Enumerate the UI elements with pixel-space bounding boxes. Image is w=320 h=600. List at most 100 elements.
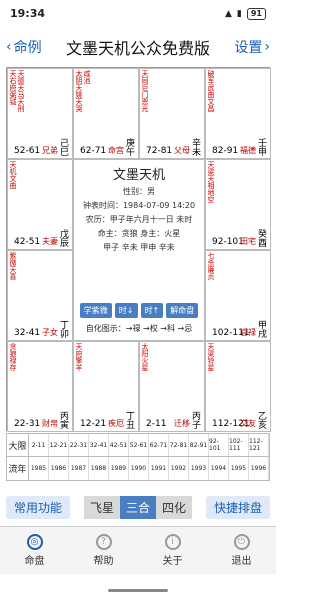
palace-7[interactable]: 紫微 天喜 32-41 子女 丁卯 bbox=[7, 250, 73, 341]
daxian-cell[interactable]: 32-41 bbox=[89, 434, 109, 456]
palace-stars: 天梁 天相 地空 bbox=[207, 161, 215, 203]
palace-stars: 太阳 火星 bbox=[141, 343, 149, 371]
center-buttons: 学紫微 时↓ 时↑ 解命盘 bbox=[78, 303, 200, 318]
liunian-cell[interactable]: 1992 bbox=[169, 457, 189, 480]
bureau-line: 命主：贪狼 身主：火星 bbox=[97, 229, 181, 238]
back-button[interactable]: ‹ 命例 bbox=[6, 37, 42, 57]
palace-name: 财帛 bbox=[42, 419, 58, 428]
liunian-cell[interactable]: 1996 bbox=[249, 457, 269, 480]
daxian-cell[interactable]: 112-121 bbox=[249, 434, 269, 456]
daxian-cell[interactable]: 42-51 bbox=[109, 434, 129, 456]
liunian-cell[interactable]: 1986 bbox=[49, 457, 69, 480]
help-icon: ? bbox=[95, 534, 112, 550]
interpret-chart-button[interactable]: 解命盘 bbox=[166, 303, 199, 318]
palace-stem: 甲戌 bbox=[256, 320, 266, 338]
palace-11[interactable]: 太阳 火星 2-11 迁移 丙子 bbox=[139, 341, 205, 432]
palace-stars: 天同 巨门 恩光 bbox=[141, 70, 149, 112]
palace-4[interactable]: 破军 武曲 文昌 82-91 福德 壬申 bbox=[205, 68, 271, 159]
palace-10[interactable]: 天府 擎羊 12-21 疾厄 丁丑 bbox=[73, 341, 139, 432]
palace-9[interactable]: 贪狼 禄存 22-31 财帛 丙寅 bbox=[7, 341, 73, 432]
common-functions-button[interactable]: 常用功能 bbox=[6, 495, 71, 519]
daxian-cell[interactable]: 2-11 bbox=[29, 434, 49, 456]
back-label: 命例 bbox=[13, 40, 42, 56]
center-title: 文墨天机 bbox=[112, 168, 165, 183]
palace-stem: 丙寅 bbox=[58, 411, 68, 429]
tab-label: 命盘 bbox=[24, 556, 45, 567]
lunar-time: 农历：甲子年六月十一日 未时 bbox=[85, 215, 193, 224]
daxian-cell[interactable]: 12-21 bbox=[49, 434, 69, 456]
liunian-cell[interactable]: 1993 bbox=[189, 457, 209, 480]
palace-1[interactable]: 天右 府弼钺天德 天马 天刑 52-61 兄弟 己巳 bbox=[7, 68, 73, 159]
home-indicator[interactable] bbox=[108, 588, 168, 592]
liunian-cell[interactable]: 1988 bbox=[89, 457, 109, 480]
liunian-cell[interactable]: 1989 bbox=[109, 457, 129, 480]
liunian-cell[interactable]: 1991 bbox=[149, 457, 169, 480]
daxian-cell[interactable]: 82-91 bbox=[189, 434, 209, 456]
learn-ziwei-button[interactable]: 学紫微 bbox=[79, 303, 112, 318]
quick-chart-button[interactable]: 快捷排盘 bbox=[205, 495, 270, 519]
liunian-cell[interactable]: 1990 bbox=[129, 457, 149, 480]
chevron-right-icon: › bbox=[264, 39, 270, 55]
tab-exit[interactable]: ⏻ 退出 bbox=[207, 527, 276, 574]
chart-center: 文墨天机 性别：男 钟表时间：1984-07-09 14:20 农历：甲子年六月… bbox=[73, 159, 205, 341]
palace-name: 田宅 bbox=[240, 237, 256, 246]
liunian-label: 流年 bbox=[7, 457, 29, 480]
palace-2[interactable]: 太阴 天姚 天哭 咸池 62-71 命宫 庚午 bbox=[73, 68, 139, 159]
gender-line: 性别：男 bbox=[123, 187, 155, 196]
palace-name: 兄弟 bbox=[42, 146, 58, 155]
palace-range: 42-51 bbox=[14, 237, 41, 247]
daxian-cell[interactable]: 102-111 bbox=[229, 434, 249, 456]
tab-chart[interactable]: ◎ 命盘 bbox=[0, 527, 69, 574]
palace-stem: 丁丑 bbox=[124, 411, 134, 429]
palace-range: 82-91 bbox=[212, 146, 239, 156]
palace-range: 22-31 bbox=[14, 419, 41, 429]
palace-stem: 丙子 bbox=[190, 411, 200, 429]
palace-stars: 紫微 天喜 bbox=[9, 252, 17, 280]
tab-help[interactable]: ? 帮助 bbox=[69, 527, 138, 574]
palace-name: 迁移 bbox=[174, 419, 190, 428]
daxian-cell[interactable]: 62-71 bbox=[149, 434, 169, 456]
palace-name: 父母 bbox=[174, 146, 190, 155]
daxian-cell[interactable]: 52-61 bbox=[129, 434, 149, 456]
palace-range: 72-81 bbox=[146, 146, 173, 156]
nav-bar: ‹ 命例 文墨天机公众免费版 设置 › bbox=[0, 27, 276, 67]
tab-about[interactable]: i 关于 bbox=[138, 527, 207, 574]
daxian-label: 大限 bbox=[7, 434, 29, 456]
palace-range: 62-71 bbox=[80, 146, 107, 156]
liunian-cell[interactable]: 1985 bbox=[29, 457, 49, 480]
tab-sanhe[interactable]: 三合 bbox=[119, 495, 156, 519]
palace-range: 12-21 bbox=[80, 419, 107, 429]
palace-stars: 天右 府弼钺天德 天马 天刑 bbox=[9, 70, 25, 112]
hour-down-button[interactable]: 时↓ bbox=[114, 303, 138, 318]
palace-12[interactable]: 天梁 铃星 112-121 交友 乙亥 bbox=[205, 341, 271, 432]
liunian-cell[interactable]: 1994 bbox=[209, 457, 229, 480]
palace-stars: 破军 武曲 文昌 bbox=[207, 70, 215, 112]
sihua-legend: 自化图示：→禄 →权 →科 →忌 bbox=[85, 324, 193, 333]
solar-time: 钟表时间：1984-07-09 14:20 bbox=[82, 201, 196, 210]
settings-label: 设置 bbox=[234, 40, 263, 56]
signal-icon: ▮ bbox=[236, 8, 242, 19]
tab-feixing[interactable]: 飞星 bbox=[83, 495, 120, 519]
wifi-icon: ▲ bbox=[224, 8, 232, 19]
palace-stem: 庚午 bbox=[124, 138, 134, 156]
settings-button[interactable]: 设置 › bbox=[234, 37, 270, 57]
palace-3[interactable]: 天同 巨门 恩光 72-81 父母 辛未 bbox=[139, 68, 205, 159]
palace-8[interactable]: 七杀 廉贞 102-111 官禄 甲戌 bbox=[205, 250, 271, 341]
palace-stars: 七杀 廉贞 bbox=[207, 252, 215, 280]
liunian-cell[interactable]: 1987 bbox=[69, 457, 89, 480]
hour-up-button[interactable]: 时↑ bbox=[140, 303, 164, 318]
palace-6[interactable]: 天梁 天相 地空 92-101 田宅 癸酉 bbox=[205, 159, 271, 250]
status-time: 19:34 bbox=[10, 7, 46, 20]
status-icons: ▲ ▮ 91 bbox=[224, 7, 266, 20]
daxian-cell[interactable]: 92-101 bbox=[209, 434, 229, 456]
palace-stem: 乙亥 bbox=[256, 411, 266, 429]
daxian-cell[interactable]: 72-81 bbox=[169, 434, 189, 456]
palace-5[interactable]: 天机 文曲 42-51 夫妻 戊辰 bbox=[7, 159, 73, 250]
tab-sihua[interactable]: 四化 bbox=[156, 495, 193, 519]
palace-name: 夫妻 bbox=[42, 237, 58, 246]
daxian-row: 大限 2-11 12-21 22-31 32-41 42-51 52-61 62… bbox=[6, 433, 270, 457]
liunian-cell[interactable]: 1995 bbox=[229, 457, 249, 480]
daxian-cell[interactable]: 22-31 bbox=[69, 434, 89, 456]
exit-icon: ⏻ bbox=[233, 534, 250, 550]
palace-name: 交友 bbox=[240, 419, 256, 428]
